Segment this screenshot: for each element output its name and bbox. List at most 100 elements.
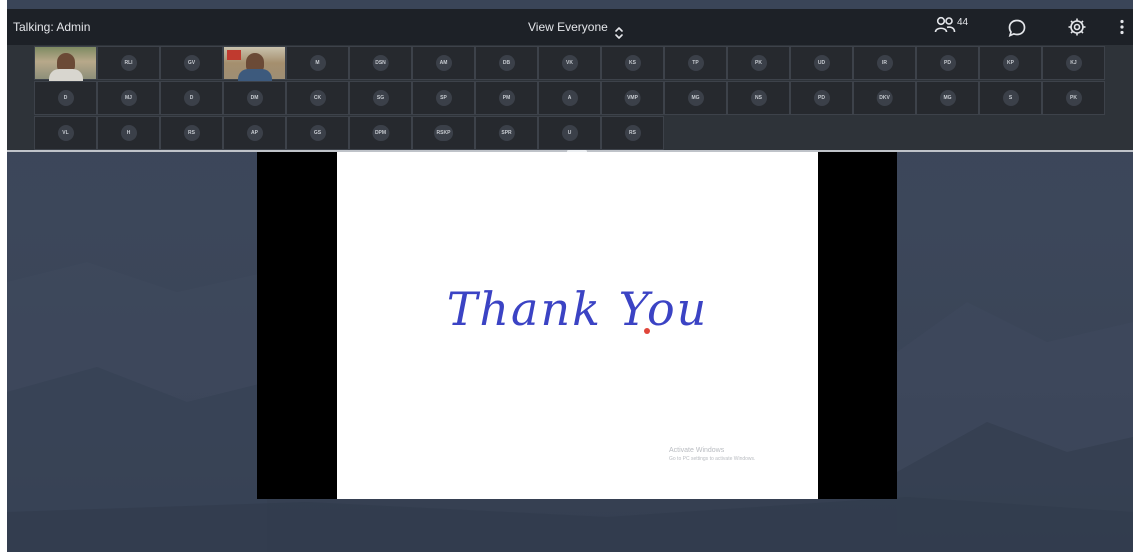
activation-watermark: Activate Windows Go to PC settings to ac… [669, 446, 755, 464]
participant-initials: U [561, 125, 578, 141]
participant-initials: SPR [498, 125, 515, 141]
participant-initials: KS [624, 55, 641, 71]
participant-tile[interactable]: RS [601, 116, 664, 150]
participant-initials: GV [183, 55, 200, 71]
participant-tile[interactable]: PD [790, 81, 853, 115]
participant-initials: AP [246, 125, 263, 141]
settings-button[interactable] [1067, 17, 1087, 42]
chat-button[interactable] [1007, 18, 1027, 43]
view-selector-label: View Everyone [528, 20, 608, 34]
shared-screen: Thank You Activate Windows Go to PC sett… [257, 152, 897, 499]
participant-tile[interactable]: D [34, 81, 97, 115]
participant-tile[interactable]: VK [538, 46, 601, 80]
participant-grid: RLI GV M DSN AM DB VK KS TP PK UD IR PD KP KJ D MJ D DM CK S… [7, 45, 1133, 150]
participant-initials: VL [57, 125, 74, 141]
participant-initials: NS [750, 90, 767, 106]
participant-initials: D [183, 90, 200, 106]
webcam-feed [224, 47, 285, 81]
participant-initials: RS [624, 125, 641, 141]
participant-tile[interactable]: SG [349, 81, 412, 115]
participant-tile[interactable]: PK [727, 46, 790, 80]
participant-tile[interactable]: CK [286, 81, 349, 115]
participant-tile[interactable]: RSKP [412, 116, 475, 150]
laser-pointer [644, 328, 650, 334]
watermark-title: Activate Windows [669, 447, 725, 454]
participant-initials: MG [687, 90, 704, 106]
person-body [238, 69, 272, 81]
wall-frame [227, 50, 241, 60]
more-options-button[interactable] [1120, 19, 1124, 40]
participant-initials: KP [1002, 55, 1019, 71]
participant-tile[interactable]: S [979, 81, 1042, 115]
more-vertical-icon [1120, 19, 1124, 39]
participant-initials: DB [498, 55, 515, 71]
participant-tile[interactable]: SPR [475, 116, 538, 150]
participant-initials: D [57, 90, 74, 106]
participant-tile[interactable]: DM [223, 81, 286, 115]
participant-initials: KJ [1065, 55, 1082, 71]
participant-tile[interactable]: VL [34, 116, 97, 150]
participant-tile[interactable]: A [538, 81, 601, 115]
participant-tile[interactable]: UD [790, 46, 853, 80]
participant-tile[interactable]: DKV [853, 81, 916, 115]
participant-initials: PK [750, 55, 767, 71]
participant-tile[interactable]: VMP [601, 81, 664, 115]
participant-tile[interactable]: MG [916, 81, 979, 115]
participant-tile[interactable]: H [97, 116, 160, 150]
participant-tile[interactable]: RLI [97, 46, 160, 80]
participant-tile[interactable]: M [286, 46, 349, 80]
participant-tile[interactable]: MJ [97, 81, 160, 115]
participant-tile[interactable]: U [538, 116, 601, 150]
people-icon [934, 16, 956, 39]
participant-tile[interactable]: KJ [1042, 46, 1105, 80]
participant-tile[interactable]: GV [160, 46, 223, 80]
participant-initials: PM [498, 90, 515, 106]
participant-tile[interactable]: MG [664, 81, 727, 115]
participant-tile[interactable]: NS [727, 81, 790, 115]
participant-tile[interactable]: DPM [349, 116, 412, 150]
participant-initials: DM [246, 90, 263, 106]
participant-initials: PD [939, 55, 956, 71]
participant-video-tile[interactable] [223, 46, 286, 81]
meeting-app: Talking: Admin View Everyone 44 RLI GV M… [7, 0, 1133, 552]
participant-tile[interactable]: DSN [349, 46, 412, 80]
participant-tile[interactable]: KS [601, 46, 664, 80]
participant-initials: TP [687, 55, 704, 71]
participant-initials: M [309, 55, 326, 71]
participant-initials: MJ [120, 90, 137, 106]
participant-initials: GS [309, 125, 326, 141]
participant-initials: MG [939, 90, 956, 106]
participant-initials: SG [372, 90, 389, 106]
participant-initials: IR [876, 55, 893, 71]
participant-initials: SP [435, 90, 452, 106]
person-body [49, 69, 83, 81]
participant-tile[interactable]: PM [475, 81, 538, 115]
participant-tile[interactable]: PK [1042, 81, 1105, 115]
participant-initials: RSKP [433, 125, 454, 141]
participant-count: 44 [957, 17, 969, 28]
participant-tile[interactable]: SP [412, 81, 475, 115]
participant-video-tile[interactable] [34, 46, 97, 81]
participant-tile[interactable]: GS [286, 116, 349, 150]
participant-tile[interactable]: DB [475, 46, 538, 80]
participants-button[interactable]: 44 [934, 15, 968, 39]
participant-initials: PD [813, 90, 830, 106]
participant-initials: H [120, 125, 137, 141]
view-selector[interactable]: View Everyone [528, 9, 623, 45]
participant-initials: A [561, 90, 578, 106]
participant-tile[interactable]: TP [664, 46, 727, 80]
participant-initials: CK [309, 90, 326, 106]
participant-tile[interactable]: IR [853, 46, 916, 80]
participant-initials: VMP [624, 90, 641, 106]
participant-initials: UD [813, 55, 830, 71]
participant-tile[interactable]: AP [223, 116, 286, 150]
participant-initials: RS [183, 125, 200, 141]
participant-tile[interactable]: KP [979, 46, 1042, 80]
participant-tile[interactable]: RS [160, 116, 223, 150]
gear-icon [1067, 18, 1087, 41]
watermark-subtitle: Go to PC settings to activate Windows. [669, 456, 756, 462]
participant-tile[interactable]: AM [412, 46, 475, 80]
participant-tile[interactable]: PD [916, 46, 979, 80]
participant-initials: DPM [371, 125, 390, 141]
participant-tile[interactable]: D [160, 81, 223, 115]
